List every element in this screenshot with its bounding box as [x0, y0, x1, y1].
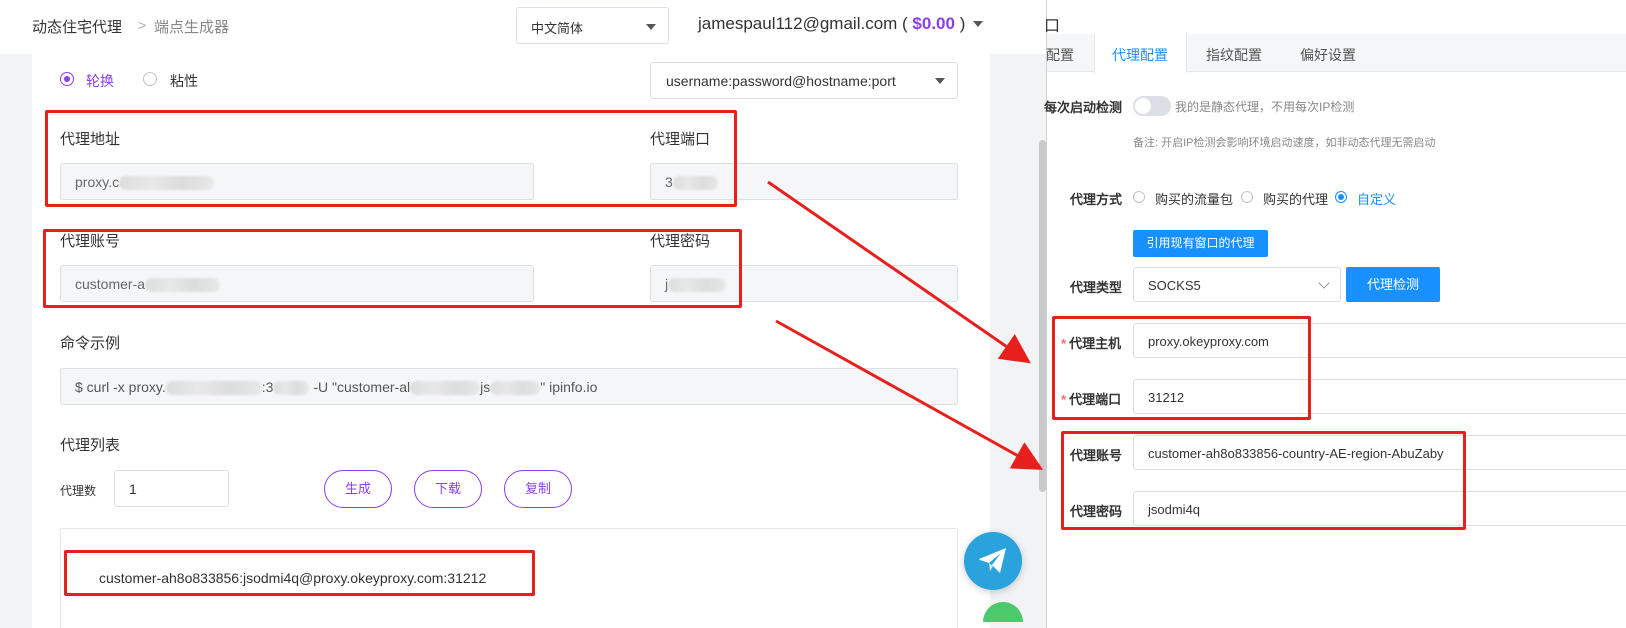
caret-down-icon	[935, 78, 945, 84]
proxy-port-label: 代理端口	[650, 131, 711, 148]
redaction-blur	[165, 381, 262, 396]
breadcrumb-root[interactable]: 动态住宅代理	[32, 16, 122, 37]
caret-down-icon	[646, 24, 656, 30]
copy-button[interactable]: 复制	[504, 470, 572, 508]
proxy-count-input[interactable]: 1	[114, 470, 229, 507]
balance-close: )	[954, 14, 966, 33]
method-radio-custom[interactable]	[1335, 191, 1347, 203]
right-proxy-password-value: jsodmi4q	[1148, 502, 1201, 517]
startup-check-note: 备注: 开启IP检测会影响环境启动速度，如非动态代理无需启动	[1133, 137, 1436, 149]
proxy-account-label: 代理账号	[60, 233, 121, 250]
proxy-host-label-text: 代理主机	[1069, 336, 1122, 351]
method-label-traffic-package[interactable]: 购买的流量包	[1155, 189, 1233, 208]
command-example-label: 命令示例	[60, 335, 121, 352]
right-proxy-port-label: * 代理端口	[1061, 389, 1121, 408]
right-proxy-password-input[interactable]: jsodmi4q	[1133, 491, 1626, 526]
startup-check-label: 每次启动检测	[1044, 100, 1123, 115]
language-select[interactable]: 中文简体	[516, 7, 669, 44]
startup-check-text: 我的是静态代理，不用每次IP检测	[1175, 100, 1355, 114]
proxy-account-input[interactable]: customer-a	[60, 265, 534, 302]
language-select-value: 中文简体	[531, 21, 584, 36]
required-mark: *	[1061, 336, 1067, 351]
format-select-value: username:password@hostname:port	[666, 73, 896, 89]
proxy-list-label: 代理列表	[60, 437, 121, 454]
tab-proxy-config[interactable]: 代理配置	[1112, 45, 1168, 65]
proxy-count-value: 1	[129, 481, 137, 497]
startup-check-toggle[interactable]	[1133, 96, 1171, 116]
redaction-blur	[410, 381, 481, 396]
tab-config[interactable]: 配置	[1046, 45, 1074, 65]
browser-profile-panel	[1047, 0, 1626, 628]
proxy-host-value: proxy.okeyproxy.com	[1148, 334, 1269, 349]
proxy-method-label: 代理方式	[1070, 192, 1123, 207]
chevron-down-icon	[1318, 277, 1330, 289]
format-select[interactable]: username:password@hostname:port	[650, 62, 958, 99]
proxy-account-value: customer-a	[75, 276, 146, 292]
right-proxy-password-label: 代理密码	[1070, 504, 1123, 519]
command-part-5: " ipinfo.io	[540, 379, 598, 395]
redaction-blur	[672, 176, 718, 191]
balance-open: (	[897, 14, 913, 33]
right-proxy-port-value: 31212	[1148, 390, 1185, 405]
user-menu-caret-icon[interactable]	[973, 21, 983, 27]
command-part-4: js	[480, 379, 491, 395]
method-label-custom[interactable]: 自定义	[1357, 189, 1396, 208]
redaction-blur	[145, 278, 221, 293]
tab-preferences[interactable]: 偏好设置	[1300, 45, 1356, 65]
proxy-host-input[interactable]: proxy.okeyproxy.com	[1133, 323, 1626, 358]
right-proxy-account-label: 代理账号	[1070, 448, 1123, 463]
right-proxy-port-input[interactable]: 31212	[1133, 379, 1626, 414]
proxy-output-line: customer-ah8o833856:jsodmi4q@proxy.okeyp…	[99, 570, 487, 586]
right-proxy-port-label-text: 代理端口	[1069, 392, 1122, 407]
proxy-count-label: 代理数	[60, 484, 97, 498]
redaction-blur	[490, 381, 541, 396]
right-panel-title-fragment: 口	[1044, 18, 1061, 35]
command-part-1: $ curl -x proxy.	[75, 379, 166, 395]
method-radio-purchased-proxy[interactable]	[1241, 191, 1253, 203]
user-email: jamespaul112@gmail.com	[698, 14, 898, 33]
generate-button[interactable]: 生成	[324, 470, 392, 508]
proxy-address-input[interactable]: proxy.c	[60, 163, 534, 200]
proxy-password-label: 代理密码	[650, 233, 711, 250]
proxy-port-value: 3	[665, 174, 673, 190]
left-header: 动态住宅代理 > 端点生成器 中文简体 jamespaul112@gmail.c…	[0, 0, 1046, 54]
proxy-type-select[interactable]: SOCKS5	[1133, 267, 1341, 302]
command-part-3: -U "customer-al	[309, 379, 411, 395]
redaction-blur	[273, 381, 310, 396]
sticky-radio-label[interactable]: 粘性	[170, 71, 198, 91]
sticky-radio[interactable]	[143, 72, 157, 86]
paper-plane-icon	[979, 548, 1006, 573]
proxy-host-label: * 代理主机	[1061, 333, 1121, 352]
telegram-button[interactable]	[964, 532, 1022, 590]
proxy-address-value: proxy.c	[75, 174, 120, 190]
command-example-box[interactable]: $ curl -x proxy. :3 -U "customer-al js " ip…	[60, 368, 958, 405]
proxy-type-label: 代理类型	[1070, 280, 1123, 295]
required-mark: *	[1061, 392, 1067, 407]
download-button[interactable]: 下载	[414, 470, 482, 508]
proxy-type-value: SOCKS5	[1148, 278, 1201, 293]
scrollbar-thumb[interactable]	[1039, 140, 1046, 492]
tab-fingerprint-config[interactable]: 指纹配置	[1206, 45, 1262, 65]
proxy-password-input[interactable]: j	[650, 265, 958, 302]
proxy-port-input[interactable]: 3	[650, 163, 958, 200]
rotate-radio[interactable]	[60, 72, 74, 86]
proxy-check-button[interactable]: 代理检测	[1346, 267, 1440, 302]
user-account[interactable]: jamespaul112@gmail.com ( $0.00 )	[698, 14, 965, 34]
redaction-blur	[119, 176, 215, 191]
right-proxy-account-value: customer-ah8o833856-country-AE-region-Ab…	[1148, 446, 1444, 461]
redaction-blur	[668, 278, 727, 293]
rotate-radio-label[interactable]: 轮换	[86, 71, 114, 91]
command-part-2: :3	[261, 379, 274, 395]
proxy-address-label: 代理地址	[60, 131, 121, 148]
use-existing-window-proxy-button[interactable]: 引用现有窗口的代理	[1133, 230, 1268, 257]
method-radio-traffic-package[interactable]	[1133, 191, 1145, 203]
method-label-purchased-proxy[interactable]: 购买的代理	[1263, 189, 1328, 208]
screenshot-root: 动态住宅代理 > 端点生成器 中文简体 jamespaul112@gmail.c…	[0, 0, 1626, 628]
user-balance: $0.00	[912, 14, 955, 33]
breadcrumb-current: 端点生成器	[154, 19, 230, 36]
right-proxy-account-input[interactable]: customer-ah8o833856-country-AE-region-Ab…	[1133, 435, 1626, 470]
breadcrumb-separator: >	[138, 17, 147, 33]
